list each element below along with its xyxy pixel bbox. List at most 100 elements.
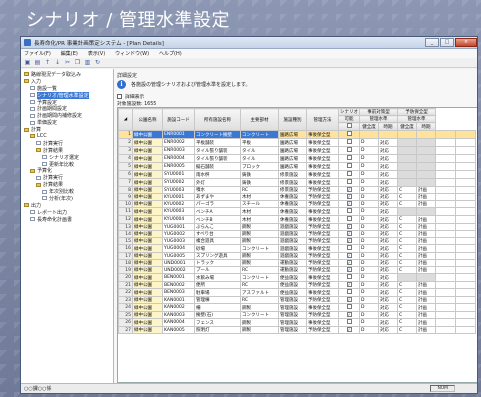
table-cell[interactable]: ✓ <box>338 266 360 274</box>
table-cell[interactable]: C <box>397 288 417 297</box>
table-row[interactable]: 1 緑中公園 ENR0001 コンクリート擁壁 コンクリート 園路広場 事後保全型 <box>118 130 476 139</box>
table-cell[interactable] <box>397 138 417 147</box>
grid-header-code[interactable]: 施設コード <box>162 108 195 131</box>
table-cell[interactable] <box>397 170 417 179</box>
table-cell[interactable]: ✓ <box>338 281 360 289</box>
down-arrow-icon[interactable]: ↓ <box>54 59 61 66</box>
up-arrow-icon[interactable]: ↑ <box>44 59 51 66</box>
grid-header-type[interactable]: 施設種別 <box>278 108 307 131</box>
table-cell[interactable]: 対応 <box>378 200 398 208</box>
table-cell[interactable]: 対応 <box>378 266 398 274</box>
table-row[interactable]: 20 緑中公園 BEN0001 水飲み場 コンクリート 便益施設 事後保全型 D 対応 <box>118 273 476 282</box>
table-cell[interactable]: C <box>397 266 417 274</box>
table-cell[interactable] <box>416 162 436 171</box>
table-cell[interactable] <box>338 244 360 253</box>
table-cell[interactable] <box>378 130 398 139</box>
scenario-checkbox[interactable]: ✓ <box>346 187 352 192</box>
table-cell[interactable] <box>416 154 436 163</box>
table-row[interactable]: 8 緑中公園 SYU0003 噴水 RC 修景施設 予防保全型 ✓ D 対応 C 計画 <box>118 186 476 194</box>
table-row[interactable]: 13 緑中公園 YUG0001 ぶらんこ 鋼製 遊戯施設 予防保全型 ✓ D 対応 C 計画 <box>118 223 476 231</box>
scenario-checkbox[interactable] <box>346 139 352 144</box>
table-cell[interactable] <box>397 178 417 187</box>
tree-item-0[interactable]: 路線現況データ取込み <box>21 71 113 78</box>
table-cell[interactable]: 対応 <box>378 207 398 216</box>
tree-item-8[interactable]: 計算 <box>21 126 113 133</box>
table-row[interactable]: 17 緑中公園 YUG0005 スプリング遊具 鋼製 遊戯施設 予防保全型 ✓ D 対応 C 計画 <box>118 252 476 260</box>
table-cell[interactable]: 対応 <box>378 146 398 155</box>
table-cell[interactable]: ✓ <box>338 326 360 334</box>
scenario-checkbox[interactable] <box>346 319 352 324</box>
table-row[interactable]: 14 緑中公園 YUG0002 すべり台 鋼製 遊戯施設 予防保全型 ✓ D 対応 C 計画 <box>118 230 476 238</box>
table-cell[interactable]: D <box>359 259 379 267</box>
scenario-checkbox[interactable] <box>346 208 352 213</box>
table-cell[interactable]: D <box>359 162 379 171</box>
table-cell[interactable]: 計画 <box>416 326 436 334</box>
table-cell[interactable]: 対応 <box>378 244 398 253</box>
tree-item-19[interactable]: 出力 <box>21 202 113 209</box>
grid-header-material[interactable]: 主要部材 <box>240 108 279 131</box>
table-cell[interactable]: ✓ <box>338 186 360 194</box>
menu-item-1[interactable]: 編集(E) <box>61 50 78 57</box>
table-cell[interactable]: 対応 <box>378 230 398 238</box>
tree-item-2[interactable]: 施設一覧 <box>21 85 113 92</box>
scenario-checkbox[interactable] <box>346 147 352 152</box>
tree-item-5[interactable]: 計画期間設定 <box>21 105 113 112</box>
tree-item-4[interactable]: 予算設定 <box>21 99 113 106</box>
table-cell[interactable] <box>397 207 417 216</box>
table-cell[interactable]: D <box>359 281 379 289</box>
paste-icon[interactable]: ▥ <box>84 59 91 66</box>
table-cell[interactable]: D <box>359 154 379 163</box>
tree-item-18[interactable]: 分析(年次) <box>21 195 113 202</box>
table-cell[interactable]: 計画 <box>416 193 436 201</box>
scenario-checkbox[interactable] <box>346 155 352 160</box>
grid-header-method[interactable]: 管理方法 <box>306 108 339 131</box>
table-row[interactable]: 25 緑中公園 KAN0003 擁壁(石) コンクリート 管理施設 予防保全型 ✓ D 対応 C 計画 <box>118 311 476 319</box>
table-cell[interactable]: 計画 <box>416 281 436 289</box>
table-cell[interactable] <box>338 288 360 297</box>
table-cell[interactable]: 計画 <box>416 215 436 224</box>
table-cell[interactable]: C <box>397 237 417 245</box>
table-cell[interactable] <box>397 273 417 282</box>
tree-item-13[interactable]: 更新年比較 <box>21 161 113 168</box>
table-cell[interactable]: 対応 <box>378 326 398 334</box>
table-cell[interactable]: ✓ <box>338 230 360 238</box>
scenario-checkbox[interactable] <box>346 274 352 279</box>
table-cell[interactable] <box>338 318 360 327</box>
table-cell[interactable]: C <box>397 186 417 194</box>
table-row[interactable]: 10 緑中公園 KYU0002 パーゴラ スチール 休養施設 予防保全型 ✓ D 対応 C 計画 <box>118 200 476 208</box>
table-cell[interactable]: C <box>397 244 417 253</box>
table-cell[interactable]: 対応 <box>378 296 398 304</box>
table-cell[interactable]: ✓ <box>338 259 360 267</box>
table-row[interactable]: 5 緑中公園 ENR0005 擬石舗装 ブロック 園路広場 事後保全型 D 対応 <box>118 162 476 171</box>
table-cell[interactable]: C <box>397 223 417 231</box>
scenario-checkbox[interactable] <box>346 304 352 309</box>
table-cell[interactable] <box>416 273 436 282</box>
table-row[interactable]: 23 緑中公園 KAN0001 管理棟 RC 管理施設 予防保全型 ✓ D 対応 C 計画 <box>118 296 476 304</box>
scenario-checkbox[interactable]: ✓ <box>346 297 352 302</box>
table-cell[interactable]: D <box>359 207 379 216</box>
table-cell[interactable]: C <box>397 230 417 238</box>
table-row[interactable]: 24 緑中公園 KAN0002 柵鋼製 管理施設 事後保全型 D 対応 C 計画 <box>118 303 476 312</box>
table-cell[interactable]: 対応 <box>378 318 398 327</box>
table-cell[interactable] <box>338 207 360 216</box>
table-cell[interactable] <box>416 138 436 147</box>
table-cell[interactable] <box>338 138 360 147</box>
table-row[interactable]: 26 緑中公園 KAN0004 フェンス 鋼製 管理施設 事後保全型 D 対応 C 計画 <box>118 318 476 327</box>
table-cell[interactable]: ✓ <box>338 252 360 260</box>
table-cell[interactable]: D <box>359 288 379 297</box>
table-cell[interactable]: D <box>359 311 379 319</box>
scenario-checkbox[interactable]: ✓ <box>346 267 352 272</box>
tree-item-14[interactable]: 予算化 <box>21 167 113 174</box>
refresh-icon[interactable]: ↻ <box>94 59 101 66</box>
tree-item-16[interactable]: 計算結果 <box>21 181 113 188</box>
tree-item-6[interactable]: 計画期間内補修設定 <box>21 112 113 119</box>
table-cell[interactable]: 対応 <box>378 311 398 319</box>
table-row[interactable]: 4 緑中公園 ENR0004 タイル張り舗装 タイル 園路広場 事後保全型 D 対応 <box>118 154 476 163</box>
scenario-checkbox[interactable] <box>346 171 352 176</box>
table-cell[interactable]: 対応 <box>378 237 398 245</box>
table-cell[interactable]: C <box>397 193 417 201</box>
tree-item-3[interactable]: シナリオ/管理水準設定 <box>21 91 113 99</box>
scenario-checkbox[interactable]: ✓ <box>346 201 352 206</box>
tree-item-12[interactable]: シナリオ選定 <box>21 154 113 161</box>
table-cell[interactable]: D <box>359 244 379 253</box>
